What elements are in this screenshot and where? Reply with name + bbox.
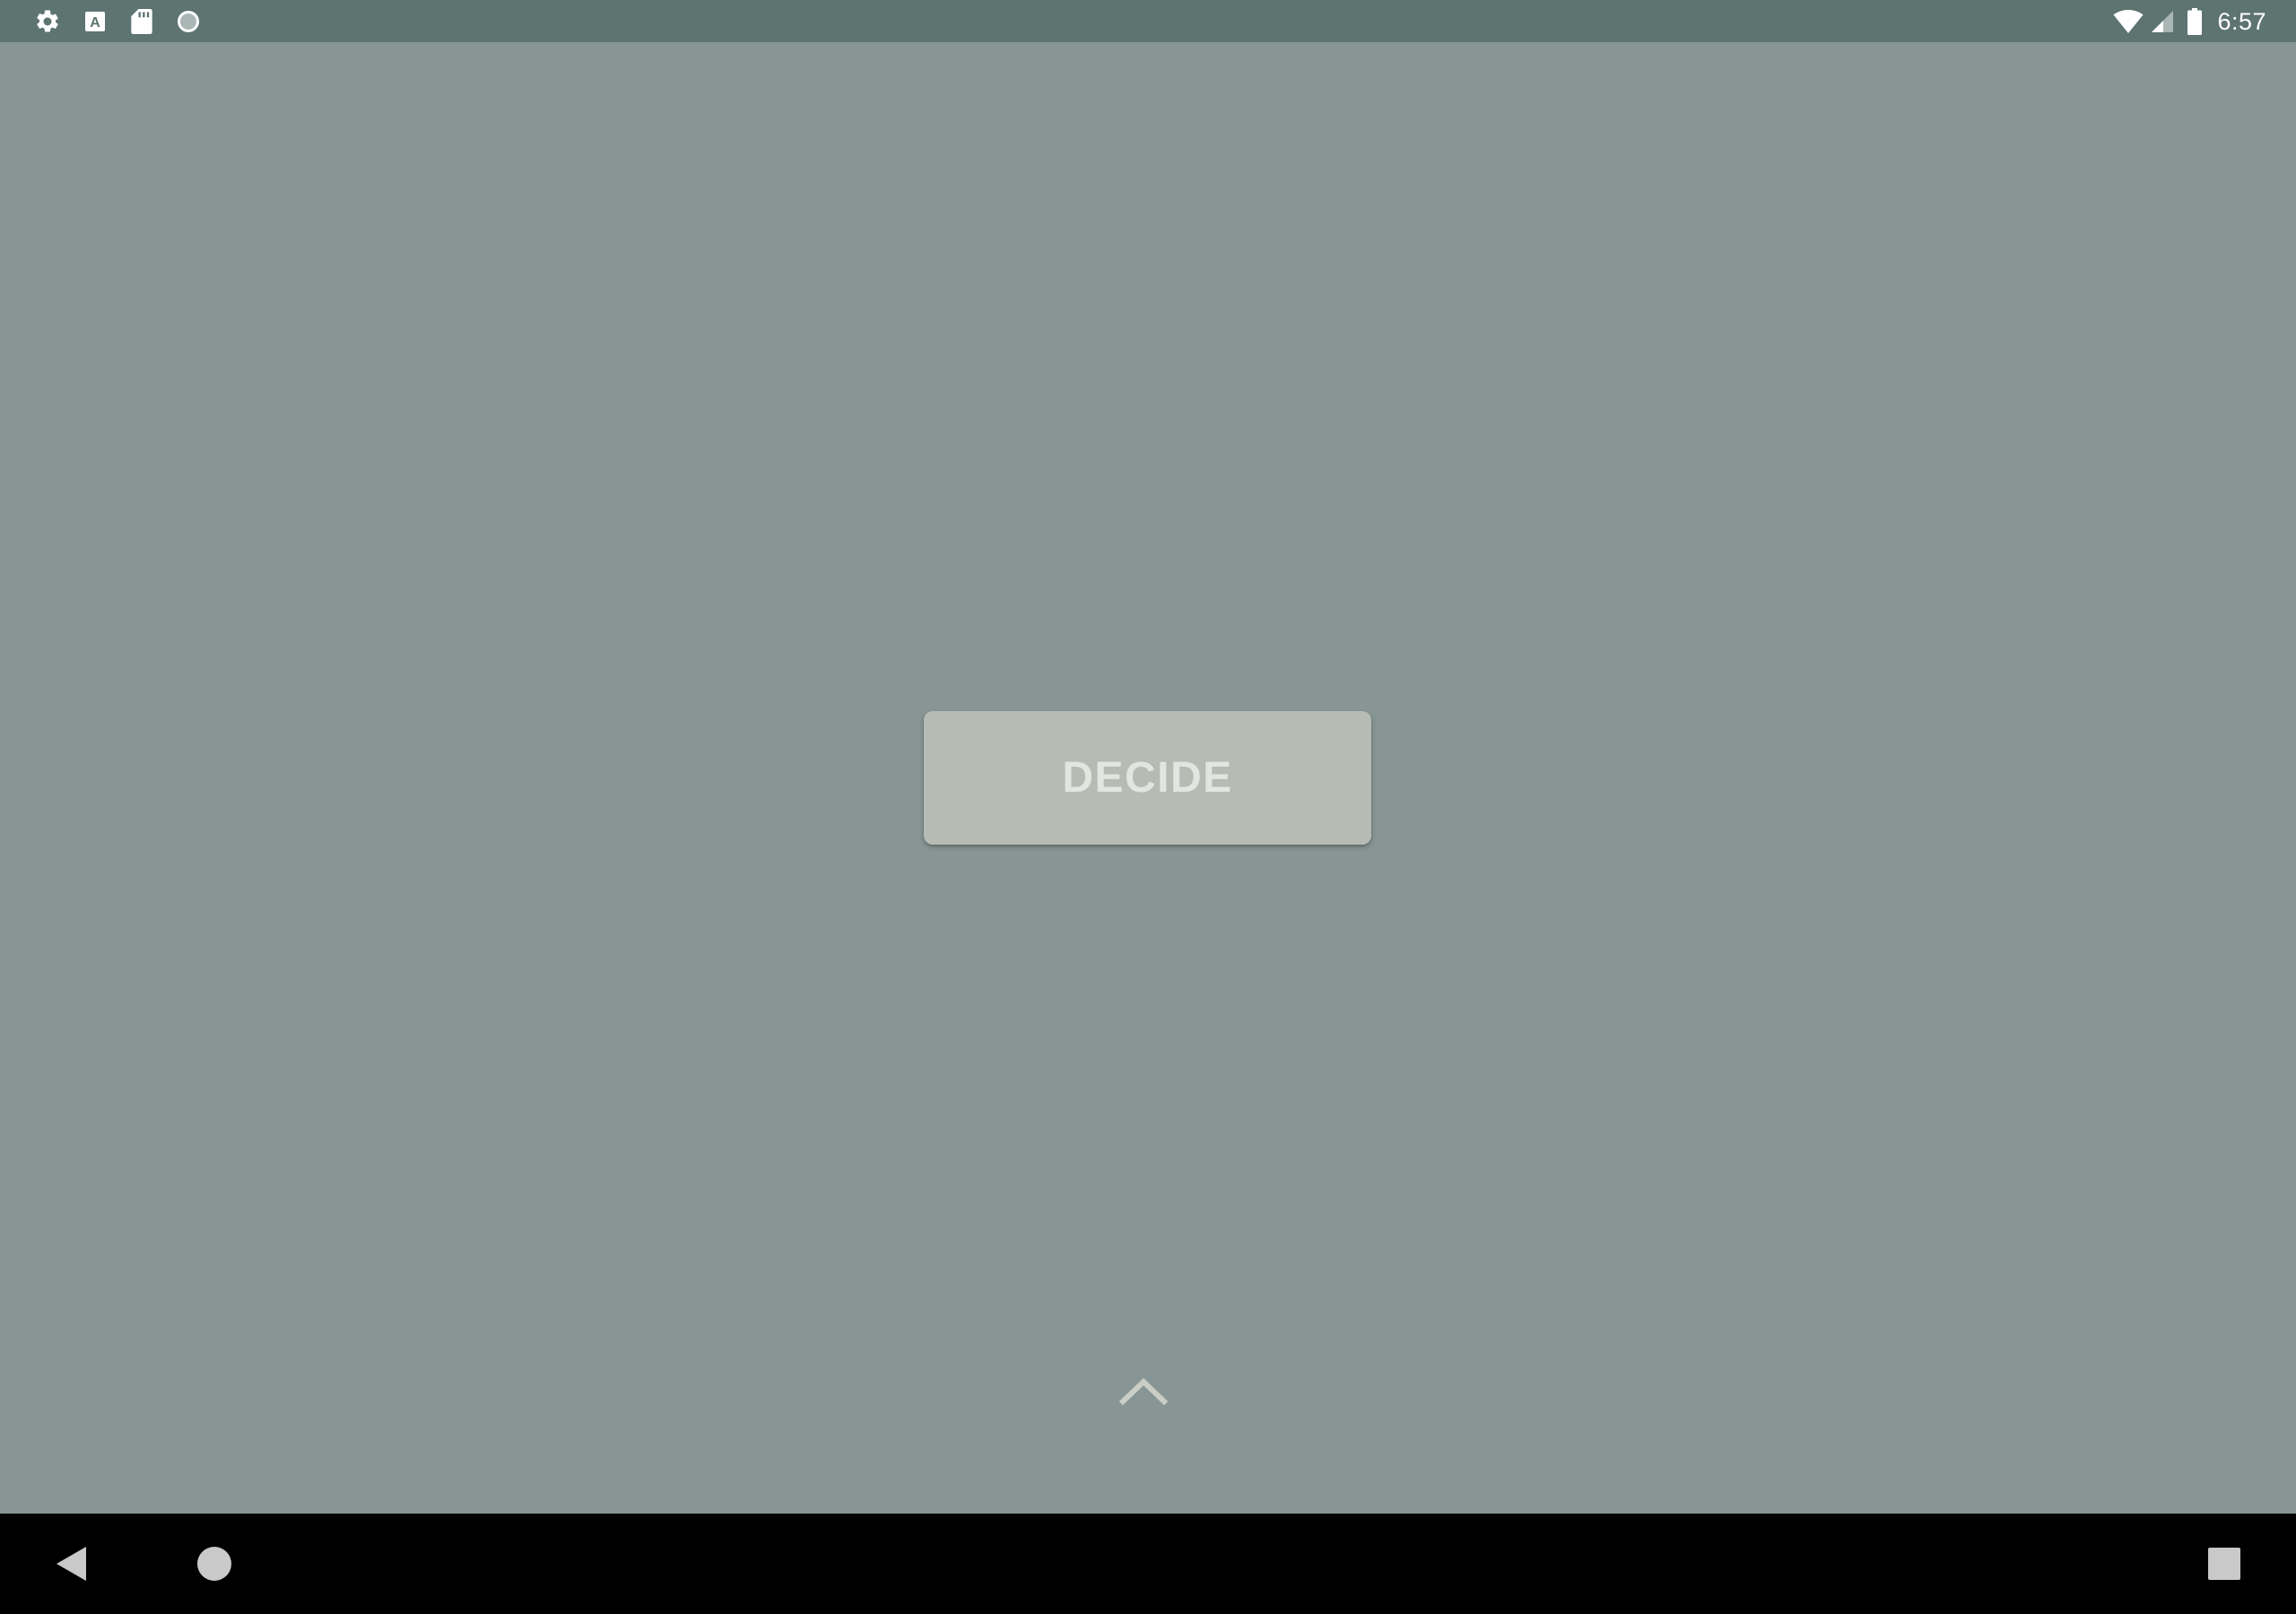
wifi-icon bbox=[2112, 7, 2144, 36]
screen: A 6:57 DECIDE bbox=[0, 0, 2296, 1614]
chevron-up-icon[interactable] bbox=[1119, 1375, 1168, 1407]
circle-icon bbox=[174, 7, 203, 36]
settings-icon bbox=[33, 7, 62, 36]
recents-icon[interactable] bbox=[2197, 1537, 2251, 1591]
text-a-icon: A bbox=[81, 7, 109, 36]
cell-signal-icon bbox=[2149, 7, 2176, 36]
clock: 6:57 bbox=[2217, 8, 2266, 35]
home-icon[interactable] bbox=[187, 1537, 241, 1591]
decide-button[interactable]: DECIDE bbox=[924, 711, 1371, 845]
decide-button-label: DECIDE bbox=[1062, 754, 1233, 802]
main-content: DECIDE bbox=[0, 42, 2296, 1514]
svg-text:A: A bbox=[90, 15, 100, 30]
battery-icon bbox=[2181, 7, 2208, 36]
back-icon[interactable] bbox=[45, 1537, 99, 1591]
navigation-bar bbox=[0, 1514, 2296, 1614]
sd-card-icon bbox=[127, 7, 156, 36]
status-bar: A 6:57 bbox=[0, 0, 2296, 42]
